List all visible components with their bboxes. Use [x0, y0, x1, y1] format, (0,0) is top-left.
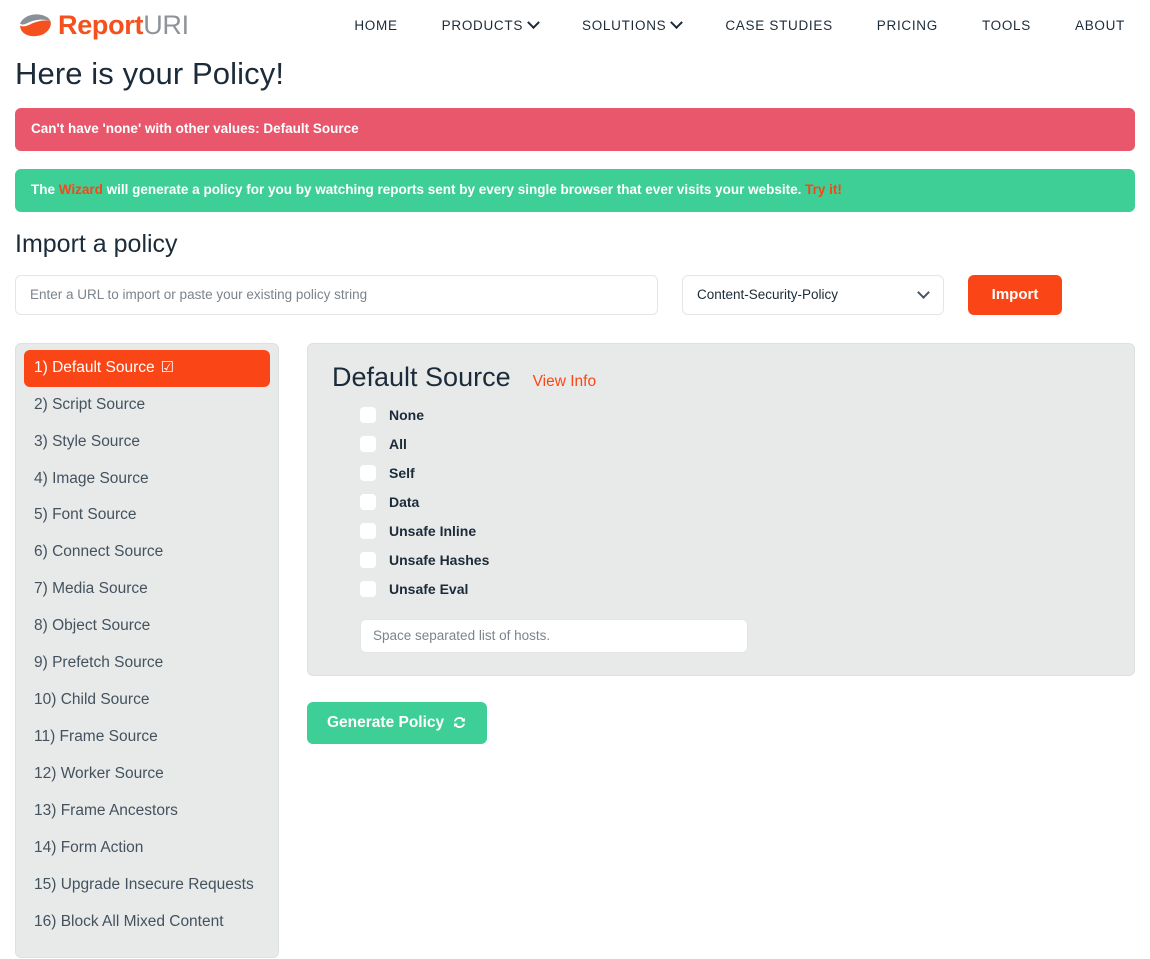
directive-panel: Default Source View Info None All Self [307, 343, 1135, 676]
option-label: All [389, 436, 407, 452]
option-unsafe-hashes[interactable]: Unsafe Hashes [360, 552, 1106, 568]
panel-title: Default Source [332, 362, 511, 393]
chevron-down-icon [670, 16, 683, 29]
view-info-link[interactable]: View Info [533, 373, 596, 391]
option-label: None [389, 407, 424, 423]
hosts-input[interactable] [360, 619, 748, 653]
nav-item-about[interactable]: ABOUT [1053, 18, 1135, 33]
import-controls: Content-Security-Policy Content-Security… [15, 275, 1135, 315]
site-logo[interactable]: ReportURI [18, 12, 189, 39]
sidebar-item-block-all-mixed-content[interactable]: 16) Block All Mixed Content [24, 904, 270, 941]
option-unsafe-hashes-checkbox[interactable] [360, 552, 376, 568]
panel-header: Default Source View Info [332, 362, 1106, 393]
nav-label: HOME [354, 18, 397, 33]
nav-label: CASE STUDIES [725, 18, 832, 33]
option-all-checkbox[interactable] [360, 436, 376, 452]
try-it-link[interactable]: Try it! [805, 182, 842, 197]
sidebar-item-media-source[interactable]: 7) Media Source [24, 571, 270, 608]
option-all[interactable]: All [360, 436, 1106, 452]
nav-label: PRICING [877, 18, 938, 33]
option-unsafe-eval[interactable]: Unsafe Eval [360, 581, 1106, 597]
sidebar-item-connect-source[interactable]: 6) Connect Source [24, 534, 270, 571]
sidebar-item-prefetch-source[interactable]: 9) Prefetch Source [24, 645, 270, 682]
sidebar-item-label: 1) Default Source [34, 359, 155, 376]
sidebar-item-worker-source[interactable]: 12) Worker Source [24, 756, 270, 793]
nav-item-home[interactable]: HOME [332, 18, 419, 33]
sidebar-item-form-action[interactable]: 14) Form Action [24, 830, 270, 867]
chevron-down-icon [527, 16, 540, 29]
nav-label: TOOLS [982, 18, 1031, 33]
nav-item-pricing[interactable]: PRICING [855, 18, 960, 33]
option-none-checkbox[interactable] [360, 407, 376, 423]
cloud-icon [18, 12, 52, 38]
nav-label: ABOUT [1075, 18, 1125, 33]
option-label: Unsafe Eval [389, 581, 468, 597]
checked-box-icon: ☑ [161, 359, 174, 376]
page-body: Here is your Policy! Can't have 'none' w… [0, 56, 1150, 958]
nav-label: PRODUCTS [442, 18, 523, 33]
option-unsafe-inline[interactable]: Unsafe Inline [360, 523, 1106, 539]
sidebar-item-upgrade-insecure-requests[interactable]: 15) Upgrade Insecure Requests [24, 867, 270, 904]
sidebar-item-image-source[interactable]: 4) Image Source [24, 461, 270, 498]
option-label: Self [389, 465, 415, 481]
generate-row: Generate Policy [307, 702, 1135, 744]
header-select-wrapper: Content-Security-Policy Content-Security… [682, 275, 944, 315]
error-alert-text: Can't have 'none' with other values: Def… [31, 121, 359, 136]
sidebar-item-script-source[interactable]: 2) Script Source [24, 387, 270, 424]
logo-text-report: Report [58, 10, 143, 40]
sync-icon [452, 715, 467, 730]
option-self-checkbox[interactable] [360, 465, 376, 481]
sidebar-item-style-source[interactable]: 3) Style Source [24, 424, 270, 461]
nav-label: SOLUTIONS [582, 18, 666, 33]
option-label: Unsafe Hashes [389, 552, 489, 568]
option-label: Unsafe Inline [389, 523, 476, 539]
wizard-link[interactable]: Wizard [59, 182, 103, 197]
option-none[interactable]: None [360, 407, 1106, 423]
option-data-checkbox[interactable] [360, 494, 376, 510]
policy-builder: 1) Default Source ☑ 2) Script Source 3) S… [15, 343, 1135, 958]
sidebar-item-frame-ancestors[interactable]: 13) Frame Ancestors [24, 793, 270, 830]
sidebar-item-frame-source[interactable]: 11) Frame Source [24, 719, 270, 756]
info-alert: The Wizard will generate a policy for yo… [15, 169, 1135, 212]
top-navbar: ReportURI HOME PRODUCTS SOLUTIONS CASE S… [0, 0, 1150, 50]
sidebar-item-font-source[interactable]: 5) Font Source [24, 497, 270, 534]
info-alert-prefix: The [31, 182, 59, 197]
option-unsafe-inline-checkbox[interactable] [360, 523, 376, 539]
sidebar-item-object-source[interactable]: 8) Object Source [24, 608, 270, 645]
import-button[interactable]: Import [968, 275, 1062, 315]
main-nav: HOME PRODUCTS SOLUTIONS CASE STUDIES PRI… [332, 18, 1135, 33]
nav-item-tools[interactable]: TOOLS [960, 18, 1053, 33]
nav-item-case-studies[interactable]: CASE STUDIES [703, 18, 854, 33]
nav-item-solutions[interactable]: SOLUTIONS [560, 18, 703, 33]
import-section-title: Import a policy [15, 230, 1135, 259]
nav-item-products[interactable]: PRODUCTS [420, 18, 560, 33]
option-label: Data [389, 494, 419, 510]
generate-policy-button[interactable]: Generate Policy [307, 702, 487, 744]
logo-text-uri: URI [143, 10, 189, 40]
error-alert: Can't have 'none' with other values: Def… [15, 108, 1135, 151]
source-options-list: None All Self Data [332, 407, 1106, 597]
option-self[interactable]: Self [360, 465, 1106, 481]
import-url-input[interactable] [15, 275, 658, 315]
page-title: Here is your Policy! [15, 56, 1135, 92]
info-alert-middle: will generate a policy for you by watchi… [103, 182, 805, 197]
option-data[interactable]: Data [360, 494, 1106, 510]
generate-policy-label: Generate Policy [327, 714, 444, 732]
sidebar-item-child-source[interactable]: 10) Child Source [24, 682, 270, 719]
policy-header-select[interactable]: Content-Security-Policy Content-Security… [682, 275, 944, 315]
option-unsafe-eval-checkbox[interactable] [360, 581, 376, 597]
panel-column: Default Source View Info None All Self [307, 343, 1135, 744]
sidebar-item-default-source[interactable]: 1) Default Source ☑ [24, 350, 270, 387]
directive-sidebar: 1) Default Source ☑ 2) Script Source 3) S… [15, 343, 279, 958]
